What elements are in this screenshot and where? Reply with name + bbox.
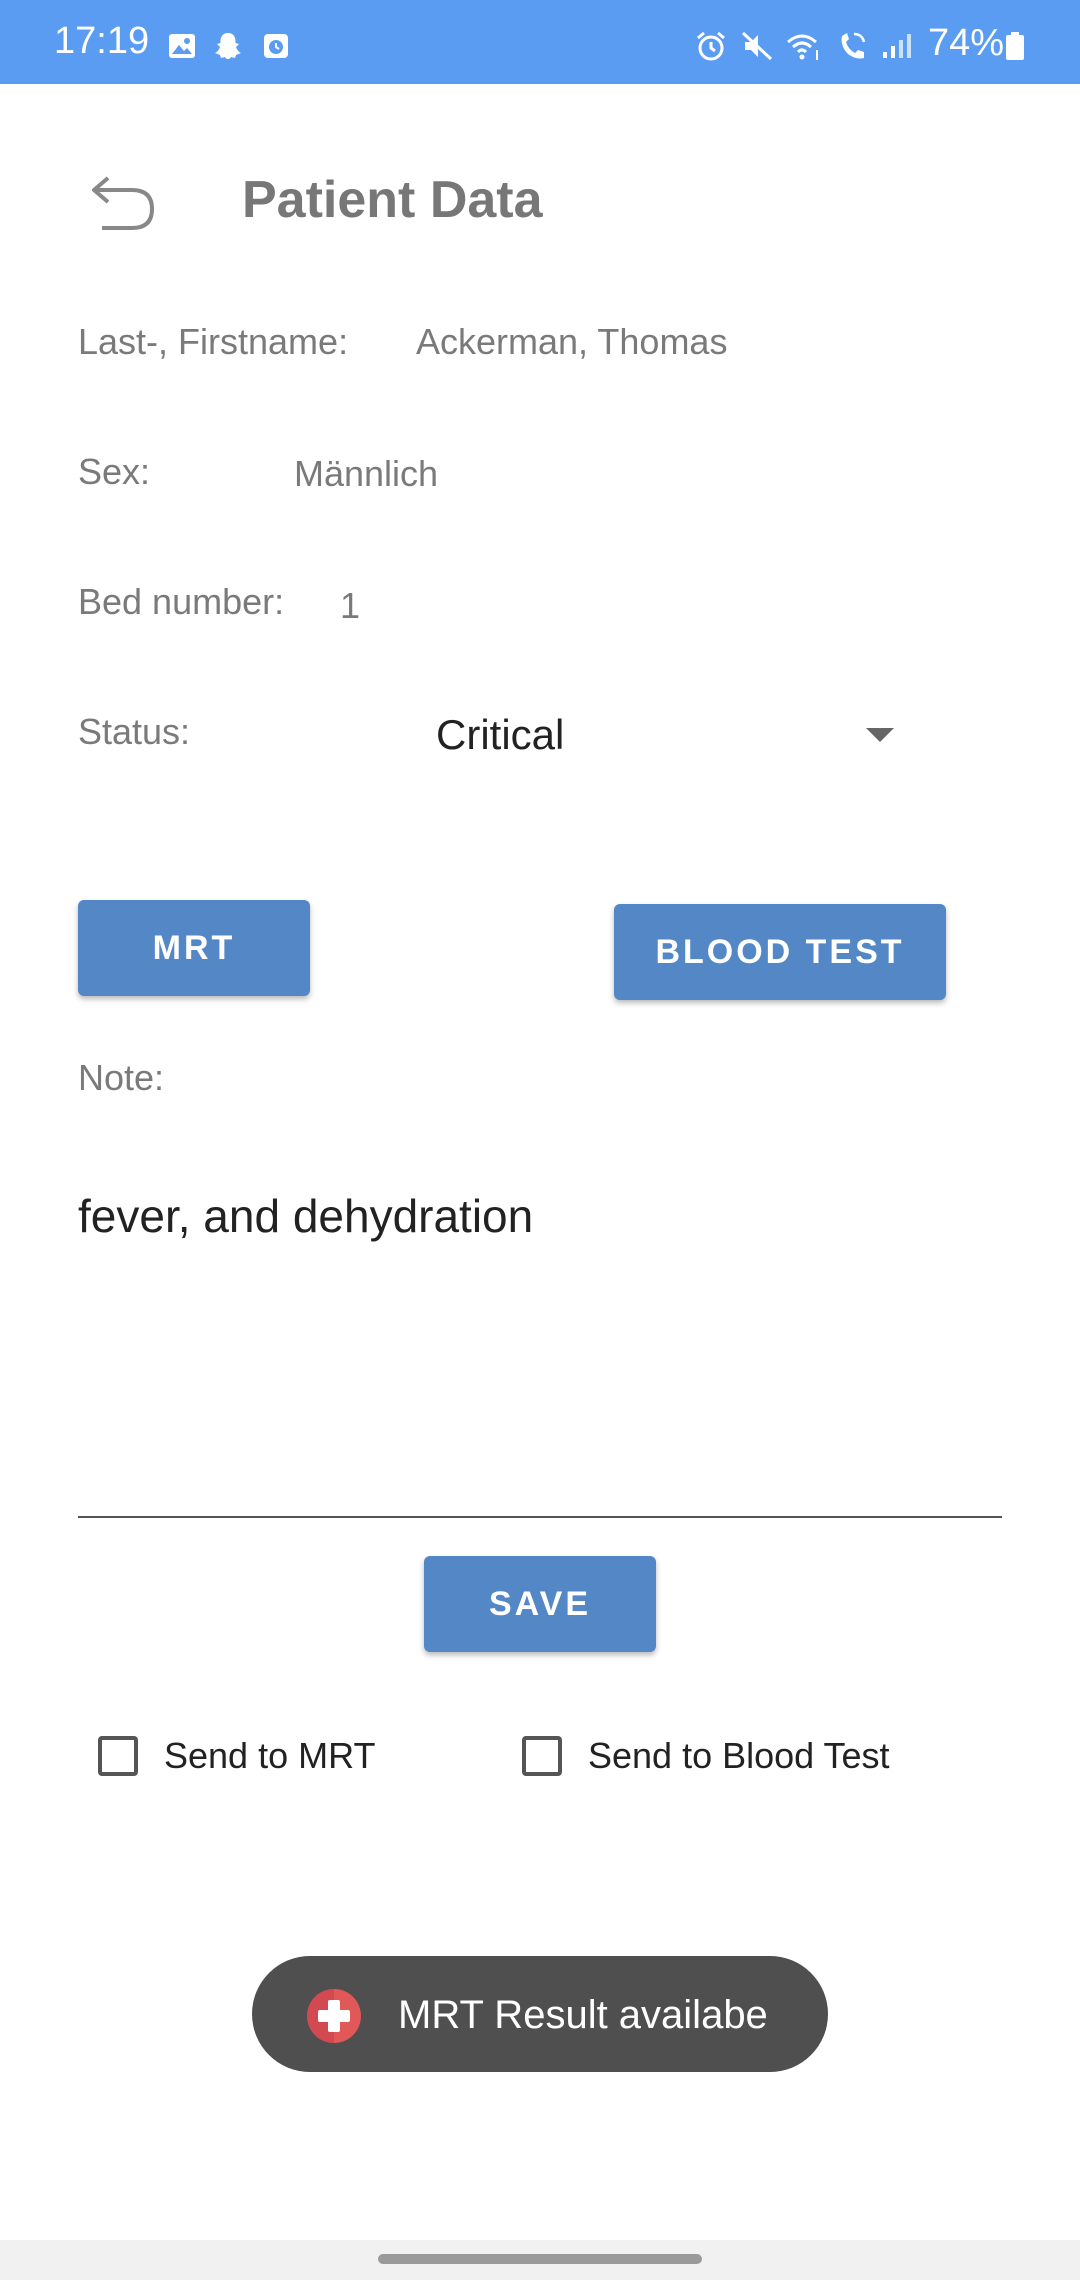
note-label: Note:	[78, 1057, 165, 1098]
send-to-blood-test-label[interactable]: Send to Blood Test	[588, 1734, 890, 1778]
note-input-underline	[78, 1516, 1002, 1518]
clock-app-icon	[264, 34, 288, 58]
send-to-blood-test-checkbox[interactable]	[522, 1736, 562, 1776]
mute-icon	[741, 31, 773, 61]
home-gesture-handle[interactable]	[378, 2254, 702, 2264]
status-dropdown-value: Critical	[436, 711, 565, 758]
mrt-button[interactable]: MRT	[78, 900, 310, 996]
gallery-icon	[169, 34, 195, 58]
send-to-mrt-checkbox[interactable]	[98, 1736, 138, 1776]
note-input[interactable]: fever, and dehydration	[78, 1188, 533, 1244]
page-title: Patient Data	[242, 171, 543, 229]
snapchat-icon	[215, 33, 241, 59]
name-label: Last-, Firstname:	[78, 321, 349, 362]
medical-cross-icon	[307, 1989, 361, 2043]
send-to-mrt-label[interactable]: Send to MRT	[164, 1734, 375, 1778]
status-bar: 17:19 74%	[0, 0, 1080, 84]
bed-number-value: 1	[340, 585, 361, 626]
dropdown-arrow-icon	[866, 728, 894, 742]
battery-icon	[1006, 32, 1024, 60]
save-button[interactable]: SAVE	[424, 1556, 656, 1652]
back-arrow-icon[interactable]	[88, 170, 160, 232]
status-label: Status:	[78, 711, 191, 752]
battery-percent: 74%	[928, 22, 1005, 64]
blood-test-button[interactable]: BLOOD TEST	[614, 904, 946, 1000]
status-time: 17:19	[54, 20, 150, 62]
signal-icon	[883, 34, 911, 58]
bed-number-label: Bed number:	[78, 581, 285, 622]
wifi-calling-icon	[787, 34, 818, 60]
name-value: Ackerman, Thomas	[416, 321, 728, 362]
volte-call-icon	[841, 32, 866, 59]
sex-value: Männlich	[294, 453, 439, 494]
toast-message: MRT Result availabe	[398, 1993, 768, 2037]
toast-notification: MRT Result availabe	[252, 1956, 828, 2072]
sex-label: Sex:	[78, 451, 151, 492]
status-dropdown[interactable]: Critical	[424, 700, 904, 770]
alarm-icon	[697, 31, 725, 61]
